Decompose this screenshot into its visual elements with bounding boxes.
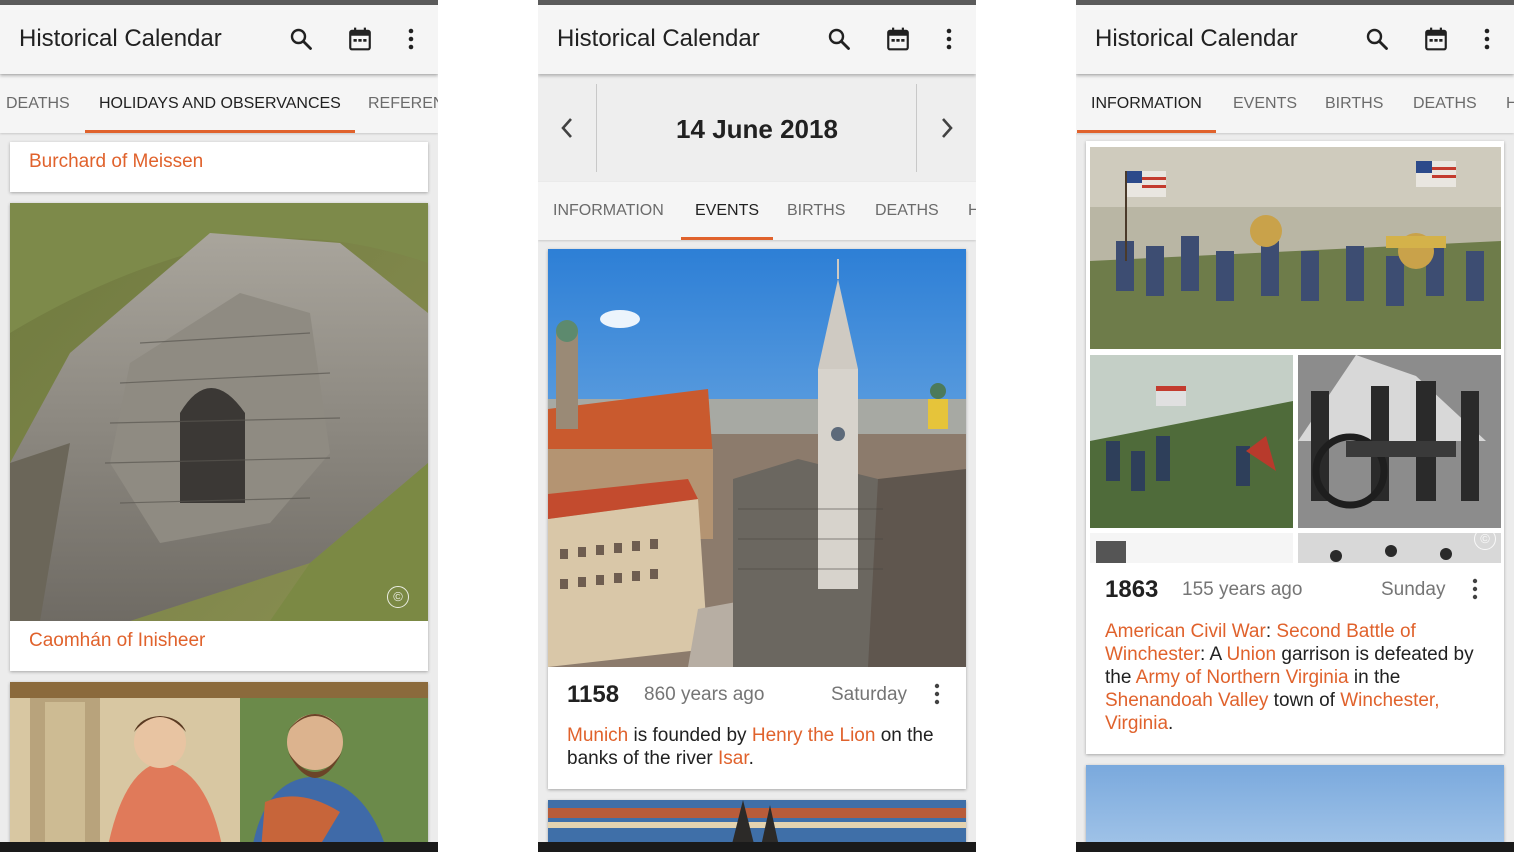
holiday-title[interactable]: Caomhán of Inisheer [29,630,205,652]
screen-information: Historical Calendar INFORMATION EVENTS B… [1076,0,1514,852]
desc-text: : A [1200,644,1227,665]
calendar-icon[interactable] [1422,25,1450,53]
tab-events[interactable]: EVENTS [680,182,774,240]
tab-holidays[interactable]: HOLIDAYS [968,182,976,240]
more-options-icon[interactable] [1473,25,1501,53]
tab-bar: INFORMATION EVENTS BIRTHS DEATHS HOLIDAY… [538,182,976,240]
app-bar: Historical Calendar [538,5,976,74]
link-isar[interactable]: Isar [718,748,749,769]
event-card[interactable]: © 1863 155 years ago Sunday American Civ… [1086,141,1504,754]
event-year: 1863 [1105,576,1159,603]
app-title: Historical Calendar [557,25,760,52]
divider [916,84,917,172]
desc-text: . [748,748,754,769]
event-image [1086,765,1504,852]
search-icon[interactable] [825,25,853,53]
tab-births[interactable]: BIRTHS [787,182,845,240]
tab-deaths[interactable]: DEATHS [6,75,70,133]
tab-events[interactable]: EVENTS [1233,75,1297,133]
tab-holidays[interactable]: HOLIDAYS AND OBSERVANCES [85,75,355,133]
divider [596,84,597,172]
copyright-icon[interactable]: © [387,586,409,608]
desc-text: : [1265,621,1277,642]
tab-bar: DEATHS HOLIDAYS AND OBSERVANCES REFERENC… [0,75,438,133]
holiday-card[interactable] [10,682,428,852]
app-bar: Historical Calendar [0,5,438,74]
event-card[interactable]: 1158 860 years ago Saturday Munich is fo… [548,249,966,789]
link-shenandoah-valley[interactable]: Shenandoah Valley [1105,690,1268,711]
nav-bar [1076,842,1514,852]
link-union[interactable]: Union [1226,644,1276,665]
nav-bar [0,842,438,852]
event-description: American Civil War: Second Battle of Win… [1105,620,1477,735]
screen-holidays: Historical Calendar DEATHS HOLIDAYS AND … [0,0,438,852]
tab-references[interactable]: REFERENCES [368,75,438,133]
tab-holidays[interactable]: HOLIDAYS [1506,75,1514,133]
link-henry-the-lion[interactable]: Henry the Lion [752,725,876,746]
holiday-image [10,682,428,852]
desc-text: . [1168,713,1174,734]
link-american-civil-war[interactable]: American Civil War [1105,621,1266,642]
event-image [548,249,966,667]
event-weekday: Saturday [831,684,908,705]
app-bar: Historical Calendar [1076,5,1514,74]
event-years-ago: 155 years ago [1182,579,1303,600]
calendar-icon[interactable] [884,25,912,53]
link-army-of-northern-virginia[interactable]: Army of Northern Virginia [1136,667,1349,688]
more-options-icon[interactable] [930,681,944,707]
event-year: 1158 [567,681,620,708]
more-options-icon[interactable] [1468,576,1482,602]
app-title: Historical Calendar [19,25,222,52]
link-munich[interactable]: Munich [567,725,628,746]
tab-births[interactable]: BIRTHS [1325,75,1383,133]
holiday-title[interactable]: Burchard of Meissen [29,151,203,173]
event-card[interactable] [1086,765,1504,852]
nav-bar [538,842,976,852]
event-years-ago: 860 years ago [644,684,765,705]
more-options-icon[interactable] [397,25,425,53]
tab-information[interactable]: INFORMATION [553,182,664,240]
tab-information[interactable]: INFORMATION [1077,75,1216,133]
search-icon[interactable] [287,25,315,53]
desc-text: town of [1268,690,1341,711]
event-weekday: Sunday [1381,579,1446,600]
desc-text: is founded by [628,725,752,746]
holiday-image: © [10,203,428,621]
copyright-icon[interactable]: © [1474,528,1496,550]
more-options-icon[interactable] [935,25,963,53]
event-image: © [1086,141,1504,563]
previous-day-button[interactable] [538,84,596,172]
search-icon[interactable] [1363,25,1391,53]
event-description: Munich is founded by Henry the Lion on t… [567,724,957,770]
next-day-button[interactable] [918,84,976,172]
holiday-card[interactable]: © Caomhán of Inisheer [10,203,428,671]
desc-text: in the [1348,667,1401,688]
calendar-icon[interactable] [346,25,374,53]
app-title: Historical Calendar [1095,25,1298,52]
tab-deaths[interactable]: DEATHS [1413,75,1477,133]
tab-bar: INFORMATION EVENTS BIRTHS DEATHS HOLIDAY… [1076,75,1514,133]
holiday-card[interactable]: Burchard of Meissen [10,142,428,192]
date-selector: 14 June 2018 [538,74,976,181]
selected-date[interactable]: 14 June 2018 [598,114,916,145]
tab-deaths[interactable]: DEATHS [875,182,939,240]
screen-events: Historical Calendar 14 June 2018 INFORMA… [538,0,976,852]
